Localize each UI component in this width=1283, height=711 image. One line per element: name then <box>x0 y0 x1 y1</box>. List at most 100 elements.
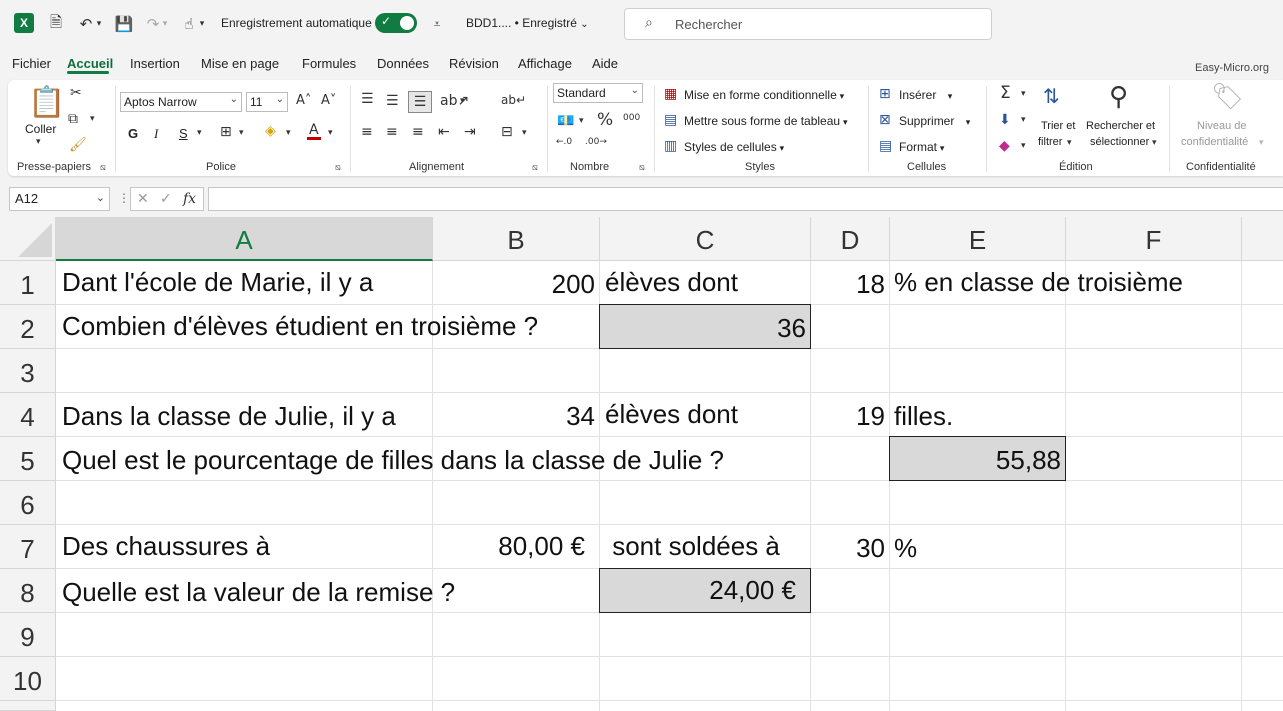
percent-style-icon[interactable]: % <box>597 112 613 129</box>
cell-e4[interactable]: filles. <box>894 394 953 438</box>
font-name-dropdown[interactable]: Aptos Narrow ⌄ <box>120 92 242 112</box>
font-size-dropdown[interactable]: 11 ⌄ <box>246 92 288 112</box>
column-header-g[interactable] <box>1242 217 1283 261</box>
tab-donnees[interactable]: Données <box>377 56 429 71</box>
font-color-icon[interactable]: A <box>307 123 321 140</box>
cell-b1[interactable]: 200 <box>433 262 595 306</box>
cell-d4[interactable]: 19 <box>811 394 885 438</box>
sort-filter-label-2[interactable]: filtrer <box>1038 136 1062 148</box>
underline-dropdown-icon[interactable]: ▾ <box>197 129 202 138</box>
clipboard-launcher-icon[interactable]: ⧅ <box>100 163 106 173</box>
row-header-11[interactable] <box>0 701 56 711</box>
tab-revision[interactable]: Révision <box>449 56 499 71</box>
column-header-a[interactable]: A <box>56 217 433 261</box>
comma-style-icon[interactable]: 000 <box>623 114 640 123</box>
conditional-formatting-icon[interactable]: ▦ <box>664 87 677 101</box>
tab-formules[interactable]: Formules <box>302 56 356 71</box>
cell-d1[interactable]: 18 <box>811 262 885 306</box>
paste-icon[interactable]: 📋 <box>28 88 65 118</box>
tab-fichier[interactable]: Fichier <box>12 56 51 71</box>
cell-a1[interactable]: Dant l'école de Marie, il y a <box>62 260 373 304</box>
currency-dropdown-icon[interactable]: ▾ <box>579 117 584 126</box>
align-right-icon[interactable]: ≡ <box>412 125 424 139</box>
find-select-label-1[interactable]: Rechercher et <box>1086 120 1155 132</box>
clear-dropdown-icon[interactable]: ▾ <box>1021 142 1026 151</box>
insert-cells-button[interactable]: Insérer ▾ <box>899 88 952 102</box>
cell-c4[interactable]: élèves dont <box>605 392 738 436</box>
row-header-2[interactable]: 2 <box>0 305 56 349</box>
merge-center-icon[interactable]: ⊟ <box>501 125 513 139</box>
borders-icon[interactable]: ⊞ <box>220 125 232 139</box>
autosum-dropdown-icon[interactable]: ▾ <box>1021 90 1026 99</box>
paste-button-label[interactable]: Coller <box>25 122 56 136</box>
row-header-5[interactable]: 5 <box>0 437 56 481</box>
cell-c2[interactable]: 36 <box>600 306 806 350</box>
confirm-icon[interactable]: ✓ <box>160 191 172 207</box>
align-top-icon[interactable]: ☰ <box>361 92 374 106</box>
increase-indent-icon[interactable]: ⇥ <box>464 125 476 139</box>
format-cells-button[interactable]: Format ▾ <box>899 140 944 154</box>
wrap-text-icon[interactable]: ab↵ <box>501 94 526 106</box>
fill-dropdown-icon[interactable]: ▾ <box>1021 116 1026 125</box>
search-box[interactable]: ⌕ Rechercher <box>624 8 992 40</box>
font-launcher-icon[interactable]: ⧅ <box>335 163 341 173</box>
cell-styles-icon[interactable]: ▥ <box>664 139 677 153</box>
column-header-c[interactable]: C <box>600 217 811 261</box>
find-select-label-2[interactable]: sélectionner <box>1090 136 1149 148</box>
column-header-d[interactable]: D <box>811 217 890 261</box>
tab-insertion[interactable]: Insertion <box>130 56 180 71</box>
row-header-3[interactable]: 3 <box>0 349 56 393</box>
cut-icon[interactable]: ✂ <box>70 86 82 100</box>
file-name[interactable]: BDD1.... • Enregistré ⌄ <box>466 16 589 30</box>
sensitivity-label-1[interactable]: Niveau de <box>1197 120 1247 132</box>
tab-mise-en-page[interactable]: Mise en page <box>201 56 279 71</box>
conditional-formatting-button[interactable]: Mise en forme conditionnelle ▾ <box>684 88 844 102</box>
clear-icon[interactable]: ◆ <box>999 139 1010 153</box>
sensitivity-label-2[interactable]: confidentialité <box>1181 136 1248 148</box>
row-header-10[interactable]: 10 <box>0 657 56 701</box>
sort-filter-icon[interactable]: ⇅ <box>1043 86 1060 106</box>
find-select-dropdown-icon[interactable]: ▾ <box>1152 139 1157 148</box>
row-header-9[interactable]: 9 <box>0 613 56 657</box>
font-color-dropdown-icon[interactable]: ▾ <box>328 129 333 138</box>
format-as-table-icon[interactable]: ▤ <box>664 113 677 127</box>
find-select-icon[interactable]: ⚲ <box>1109 84 1128 110</box>
currency-format-icon[interactable]: 💶 <box>557 114 574 128</box>
format-cells-icon[interactable]: ▤ <box>879 139 892 153</box>
insert-function-icon[interactable]: fx <box>183 191 196 207</box>
sort-filter-label-1[interactable]: Trier et <box>1041 120 1075 132</box>
italic-button[interactable]: I <box>154 126 158 142</box>
cell-a7[interactable]: Des chaussures à <box>62 524 270 568</box>
save-icon[interactable]: 💾 <box>113 13 135 35</box>
copy-icon[interactable]: ⧉ <box>68 112 78 126</box>
sensitivity-icon[interactable]: 🏷 <box>1211 84 1244 110</box>
autosum-icon[interactable]: Σ <box>1000 85 1011 102</box>
autosave-toggle[interactable]: ✓ <box>375 13 417 33</box>
select-all-button[interactable] <box>0 217 56 261</box>
row-header-1[interactable]: 1 <box>0 261 56 305</box>
fill-color-dropdown-icon[interactable]: ▾ <box>286 129 291 138</box>
bold-button[interactable]: G <box>128 126 138 141</box>
cell-a8[interactable]: Quelle est la valeur de la remise ? <box>62 570 455 614</box>
decrease-font-size-icon[interactable]: A˅ <box>321 94 336 107</box>
format-as-table-button[interactable]: Mettre sous forme de tableau ▾ <box>684 114 847 128</box>
row-header-4[interactable]: 4 <box>0 393 56 437</box>
paste-dropdown-icon[interactable]: ▾ <box>36 138 41 147</box>
increase-font-size-icon[interactable]: A˄ <box>296 94 311 107</box>
cell-d7[interactable]: 30 <box>811 526 885 570</box>
borders-dropdown-icon[interactable]: ▾ <box>239 129 244 138</box>
cell-e7[interactable]: % <box>894 526 917 570</box>
align-center-icon[interactable]: ≡ <box>386 125 398 139</box>
row-header-7[interactable]: 7 <box>0 525 56 569</box>
cell-e5[interactable]: 55,88 <box>890 438 1061 482</box>
tab-aide[interactable]: Aide <box>592 56 618 71</box>
decrease-decimal-icon[interactable]: .00→ <box>585 138 607 147</box>
delete-cells-button[interactable]: Supprimer ▾ <box>899 114 970 128</box>
align-bottom-icon[interactable]: ☰ <box>408 91 432 113</box>
cell-a5[interactable]: Quel est le pourcentage de filles dans l… <box>62 438 724 482</box>
name-box[interactable]: A12 ⌄ <box>9 187 110 211</box>
redo-dropdown-icon[interactable]: ▾ <box>159 13 171 35</box>
delete-cells-icon[interactable]: ⊠ <box>879 113 891 127</box>
customize-toolbar-icon[interactable]: ⩡ <box>426 13 448 35</box>
fill-color-icon[interactable]: ◈ <box>265 124 276 138</box>
